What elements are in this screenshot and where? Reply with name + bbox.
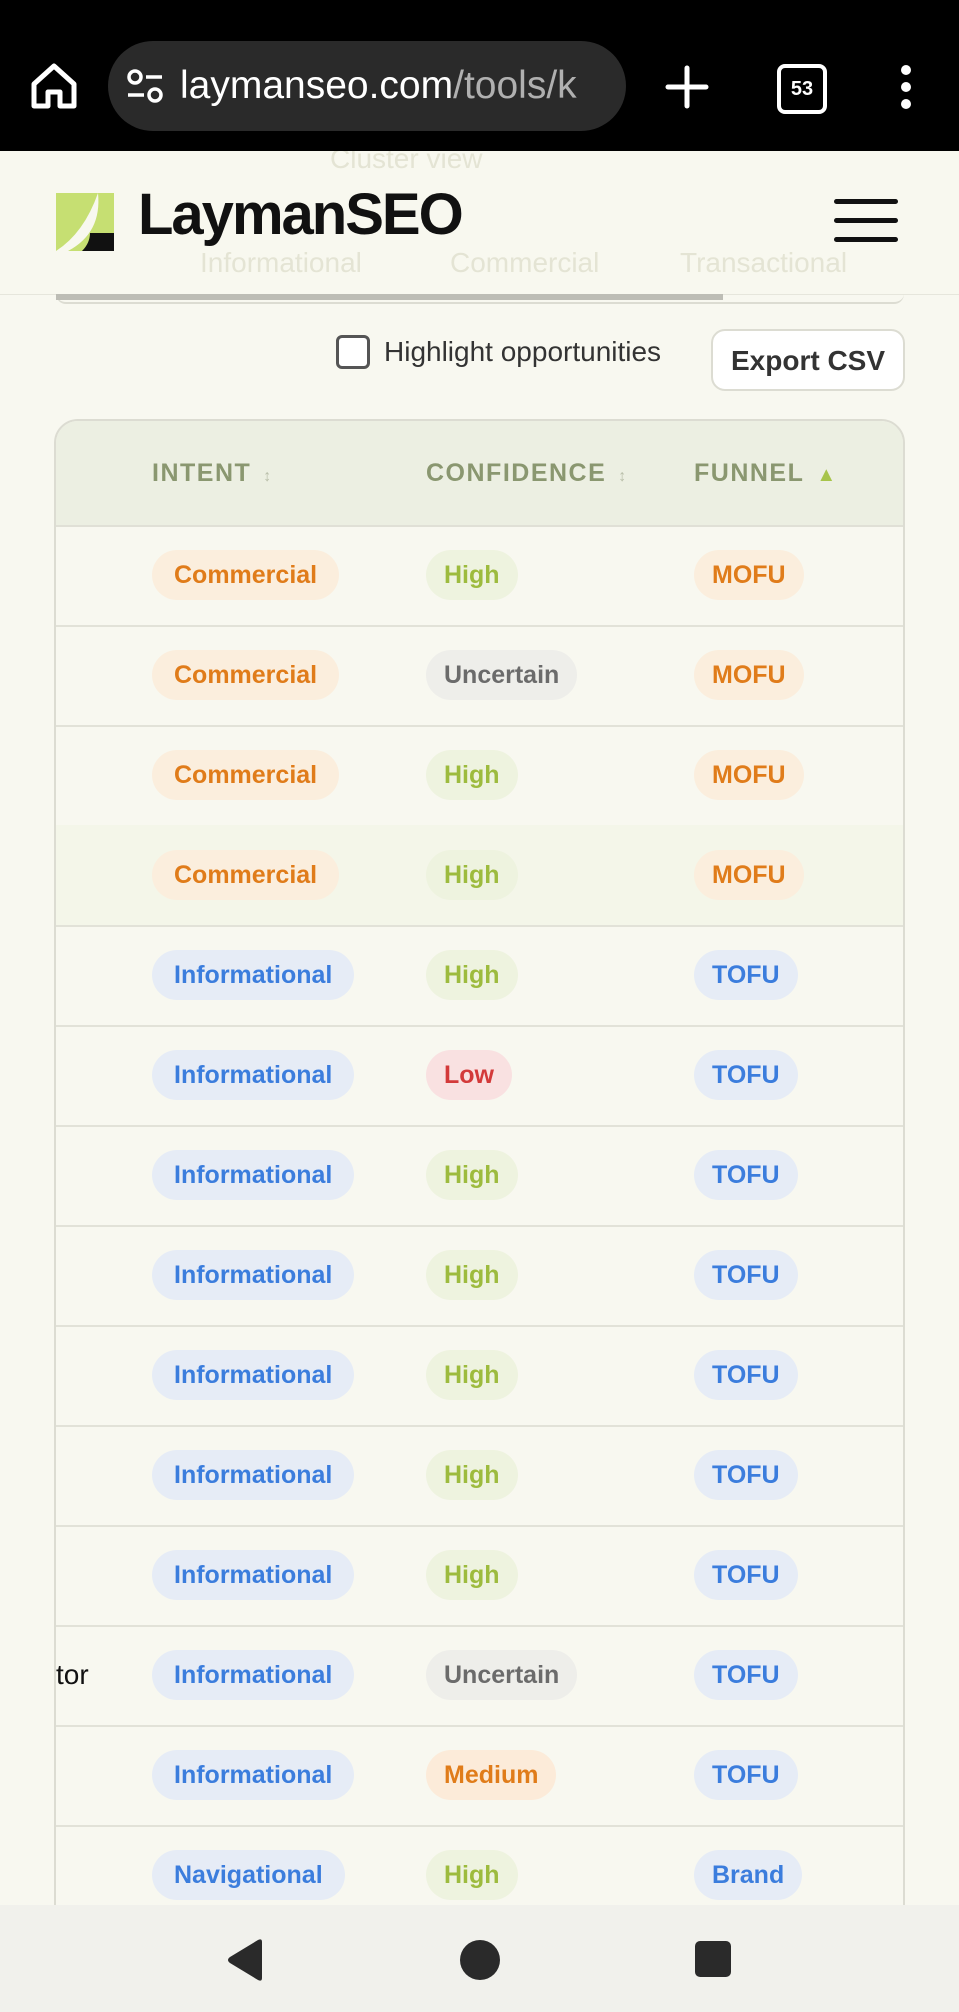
confidence-badge: High <box>426 1350 518 1400</box>
column-header-intent[interactable]: INTENT ↕ <box>152 421 273 525</box>
funnel-badge: MOFU <box>694 650 804 700</box>
url-text: laymanseo.com/tools/k <box>180 41 577 131</box>
intent-badge: Informational <box>152 1350 355 1400</box>
confidence-badge: High <box>426 1850 518 1900</box>
tune-icon[interactable] <box>126 67 164 105</box>
browser-toolbar: laymanseo.com/tools/k 53 <box>0 0 959 151</box>
table-header: INTENT ↕ CONFIDENCE ↕ FUNNEL ▲ <box>56 421 903 527</box>
intent-badge: Commercial <box>152 850 340 900</box>
intent-badge: Informational <box>152 1450 355 1500</box>
funnel-badge: TOFU <box>694 1350 798 1400</box>
site-header: Cluster view Informational Commercial Tr… <box>0 151 959 295</box>
intent-badge: Informational <box>152 1550 355 1600</box>
intent-badge: Informational <box>152 1150 355 1200</box>
confidence-badge: High <box>426 850 518 900</box>
keyword-cell: tor <box>56 1659 89 1690</box>
confidence-badge: High <box>426 1250 518 1300</box>
funnel-badge: TOFU <box>694 950 798 1000</box>
funnel-badge: MOFU <box>694 550 804 600</box>
confidence-badge: Uncertain <box>426 1650 578 1700</box>
logo-text[interactable]: LaymanSEO <box>138 181 464 248</box>
tab-count: 53 <box>790 78 814 100</box>
column-header-funnel[interactable]: FUNNEL ▲ <box>694 421 838 525</box>
funnel-badge: TOFU <box>694 1750 798 1800</box>
system-navigation-bar <box>0 1905 959 2012</box>
table-row[interactable]: Commercial High MOFU <box>56 825 903 927</box>
url-path: /tools/k <box>453 64 577 107</box>
export-csv-button[interactable]: Export CSV <box>711 329 905 391</box>
table-row[interactable]: tor Informational Uncertain TOFU <box>56 1625 903 1727</box>
intent-badge: Commercial <box>152 750 340 800</box>
hamburger-menu-icon[interactable] <box>834 199 898 243</box>
back-icon[interactable] <box>224 1938 266 1982</box>
table-row[interactable]: Informational High TOFU <box>56 1125 903 1227</box>
funnel-badge: MOFU <box>694 750 804 800</box>
funnel-badge: TOFU <box>694 1050 798 1100</box>
funnel-badge: TOFU <box>694 1650 798 1700</box>
table-row[interactable]: Informational Medium TOFU <box>56 1725 903 1827</box>
confidence-badge: Medium <box>426 1750 557 1800</box>
logo-icon[interactable] <box>56 193 114 251</box>
table-row[interactable]: Informational High TOFU <box>56 1425 903 1527</box>
table-row[interactable]: Informational High TOFU <box>56 925 903 1027</box>
highlight-checkbox[interactable] <box>336 335 370 369</box>
confidence-badge: Low <box>426 1050 512 1100</box>
ghost-cluster-view: Cluster view <box>330 151 483 174</box>
ghost-tab-commercial: Commercial <box>450 247 600 278</box>
table-row[interactable]: Commercial High MOFU <box>56 725 903 827</box>
ghost-tab-informational: Informational <box>200 247 362 278</box>
funnel-badge: Brand <box>694 1850 803 1900</box>
tab-switcher-icon[interactable]: 53 <box>777 64 827 114</box>
confidence-badge: High <box>426 1450 518 1500</box>
home-circle-icon[interactable] <box>460 1940 500 1980</box>
kebab-menu-icon[interactable] <box>896 64 916 110</box>
scrollbar-thumb[interactable] <box>56 294 723 300</box>
table-row[interactable]: Informational Low TOFU <box>56 1025 903 1127</box>
recents-square-icon[interactable] <box>695 1941 731 1977</box>
table-row[interactable]: Informational High TOFU <box>56 1225 903 1327</box>
home-icon[interactable] <box>28 60 80 112</box>
table-row[interactable]: Informational High TOFU <box>56 1525 903 1627</box>
intent-badge: Informational <box>152 1050 355 1100</box>
confidence-badge: High <box>426 1550 518 1600</box>
intent-badge: Informational <box>152 1750 355 1800</box>
confidence-badge: High <box>426 750 518 800</box>
keyword-table: INTENT ↕ CONFIDENCE ↕ FUNNEL ▲ Commercial Hi… <box>54 419 905 1909</box>
intent-badge: Commercial <box>152 650 340 700</box>
highlight-label: Highlight opportunities <box>384 336 662 367</box>
confidence-badge: High <box>426 550 518 600</box>
confidence-badge: High <box>426 950 518 1000</box>
table-row[interactable]: Navigational High Brand <box>56 1825 903 1907</box>
intent-badge: Commercial <box>152 550 340 600</box>
intent-badge: Informational <box>152 950 355 1000</box>
intent-badge: Informational <box>152 1650 355 1700</box>
funnel-badge: TOFU <box>694 1550 798 1600</box>
confidence-badge: Uncertain <box>426 650 578 700</box>
ghost-tab-transactional: Transactional <box>680 247 848 278</box>
sort-ascending-icon: ▲ <box>816 464 838 486</box>
plus-icon[interactable] <box>664 64 710 110</box>
confidence-badge: High <box>426 1150 518 1200</box>
sort-icon: ↕ <box>263 468 273 485</box>
funnel-badge: TOFU <box>694 1450 798 1500</box>
address-bar[interactable]: laymanseo.com/tools/k <box>108 41 626 131</box>
table-row[interactable]: Commercial Uncertain MOFU <box>56 625 903 727</box>
intent-badge: Informational <box>152 1250 355 1300</box>
funnel-badge: MOFU <box>694 850 804 900</box>
table-row[interactable]: Commercial High MOFU <box>56 525 903 627</box>
intent-badge: Navigational <box>152 1850 345 1900</box>
table-row[interactable]: Informational High TOFU <box>56 1325 903 1427</box>
funnel-badge: TOFU <box>694 1150 798 1200</box>
column-header-confidence[interactable]: CONFIDENCE ↕ <box>426 421 628 525</box>
sort-icon: ↕ <box>618 468 628 485</box>
highlight-opportunities-toggle[interactable]: Highlight opportunities <box>336 332 661 372</box>
url-host: laymanseo.com <box>180 64 454 107</box>
horizontal-scrollbar[interactable] <box>56 294 904 304</box>
funnel-badge: TOFU <box>694 1250 798 1300</box>
